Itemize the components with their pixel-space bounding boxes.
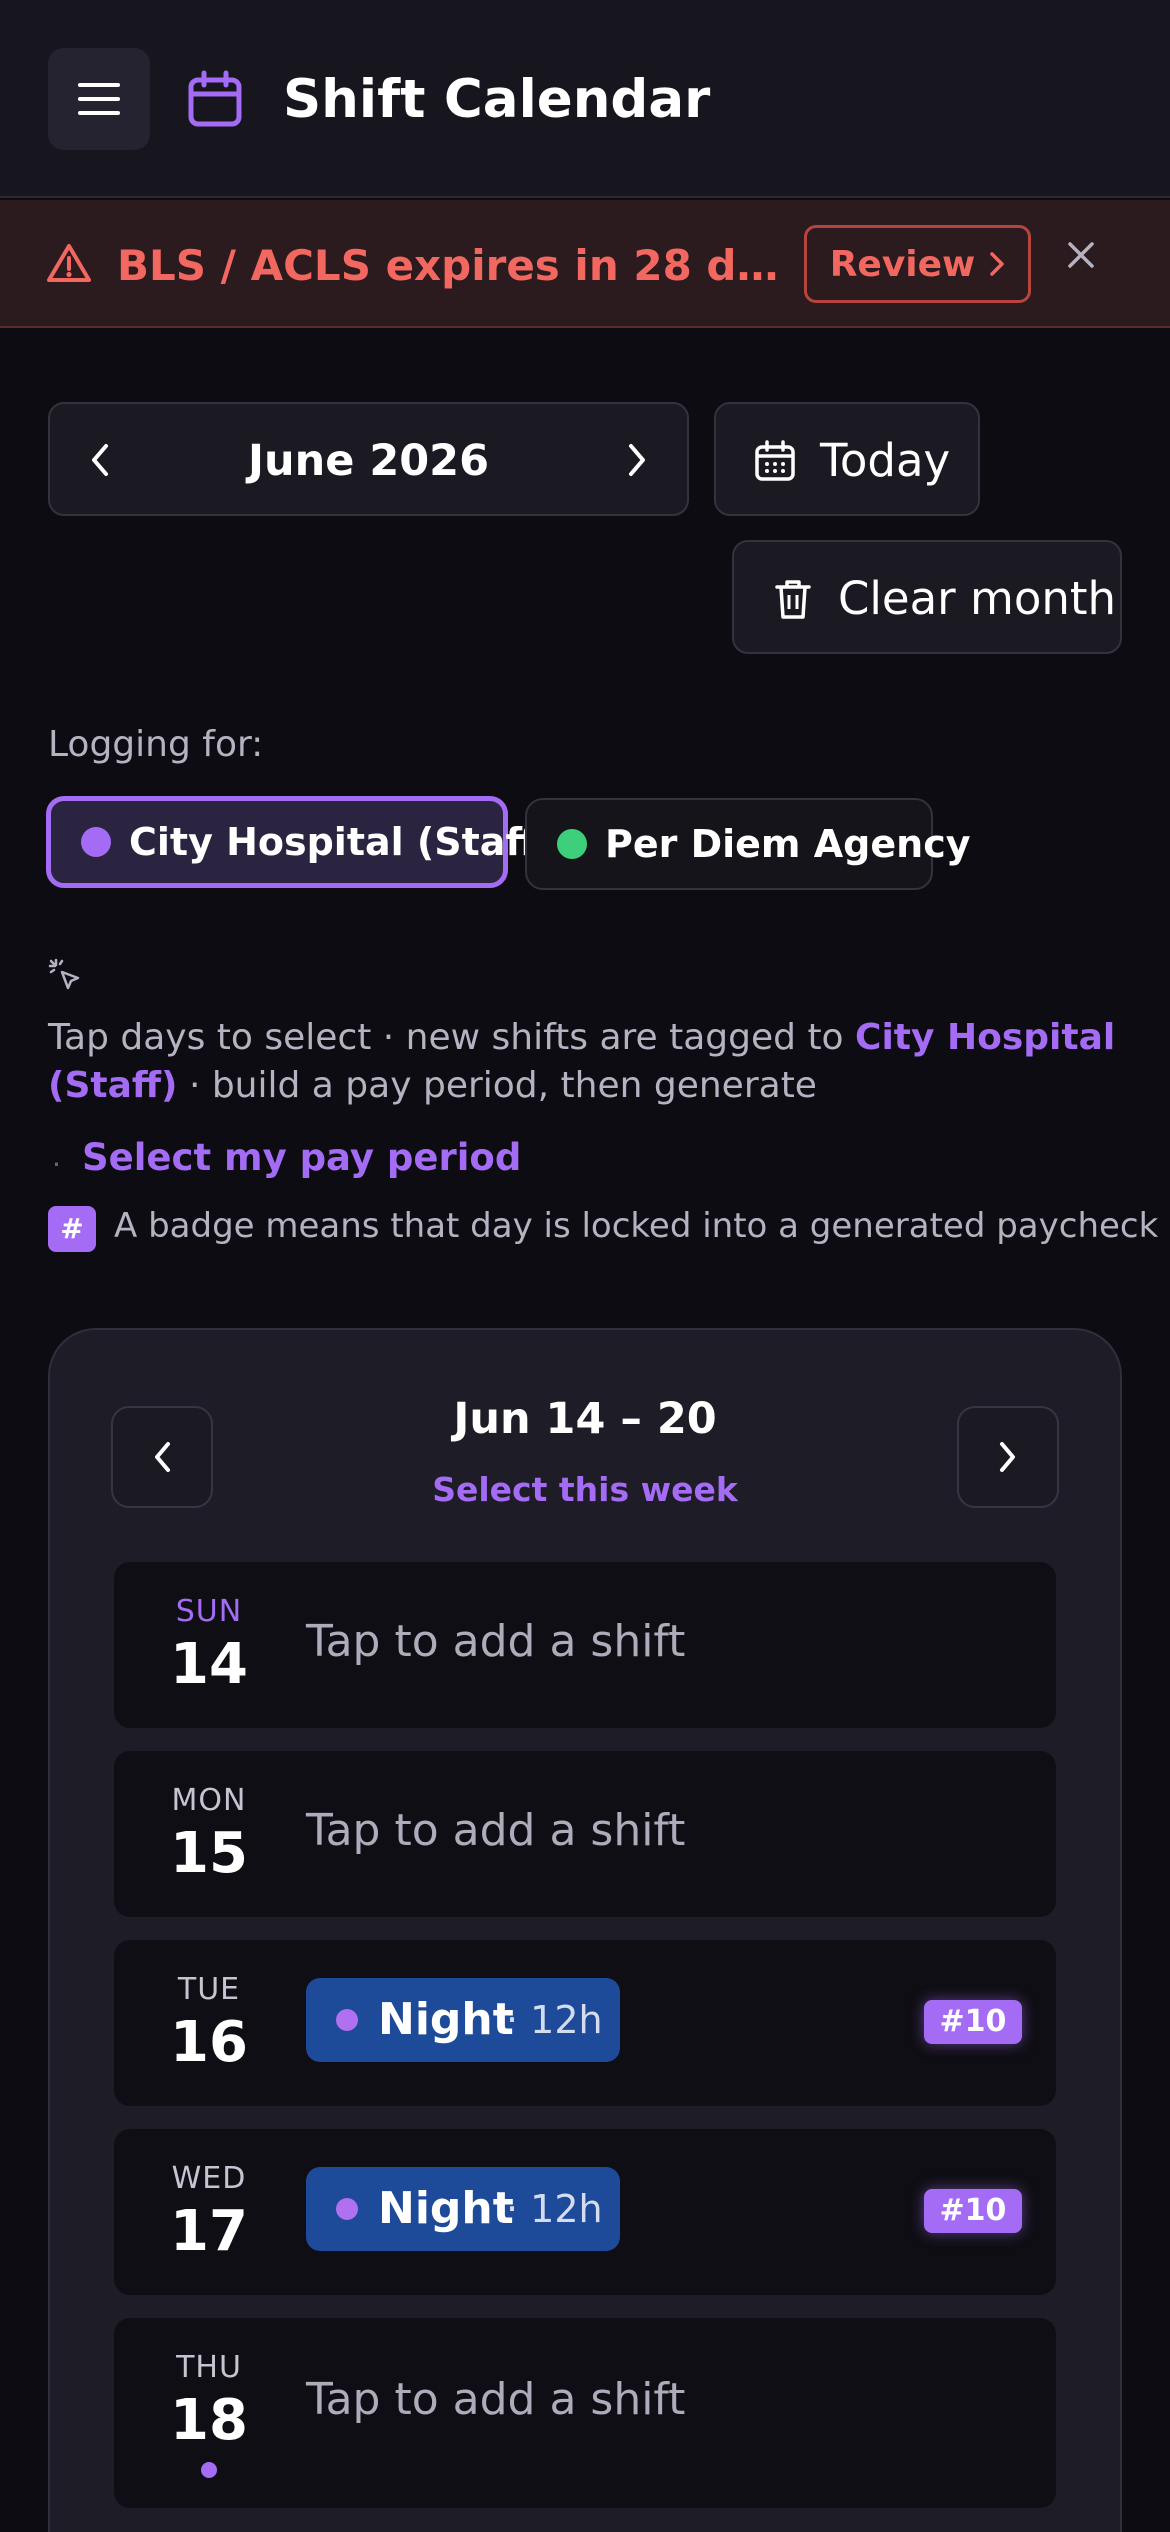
- select-week-link[interactable]: Select this week: [300, 1470, 870, 1509]
- shift-name: Night: [378, 2183, 514, 2234]
- paycheck-badge: #10: [924, 2000, 1022, 2044]
- add-shift-prompt: Tap to add a shift: [306, 1805, 686, 1856]
- calendar-icon: [755, 440, 795, 481]
- month-label: June 2026: [247, 436, 490, 486]
- day-of-week: MON: [171, 1783, 247, 1818]
- logging-for-label: Logging for:: [48, 724, 264, 765]
- day-number: 14: [170, 1632, 248, 1697]
- warning-icon: [47, 244, 91, 282]
- day-row-sun-14[interactable]: SUN 14 Tap to add a shift: [114, 1562, 1056, 1728]
- week-range-label: Jun 14 – 20: [453, 1394, 717, 1444]
- employer-color-dot: [336, 2009, 358, 2031]
- add-shift-prompt: Tap to add a shift: [306, 2374, 686, 2425]
- employer-color-dot: [557, 829, 587, 859]
- shift-duration: · 12h: [506, 2187, 603, 2231]
- bullet-separator: ·: [52, 1148, 61, 1181]
- selection-hint: Tap days to select · new shifts are tagg…: [48, 1014, 1128, 1110]
- day-row-tue-16[interactable]: TUE 16 Night · 12h #10: [114, 1940, 1056, 2106]
- cursor-sparkle-icon: [48, 958, 80, 990]
- day-row-thu-18[interactable]: THU 18 Tap to add a shift: [114, 2318, 1056, 2508]
- day-number: 15: [170, 1821, 248, 1886]
- today-marker-dot: [201, 2462, 217, 2478]
- day-of-week: TUE: [177, 1972, 241, 2007]
- chevron-left-icon: [155, 1442, 170, 1472]
- employer-chip-city-hospital[interactable]: City Hospital (Staff): [46, 796, 554, 888]
- day-row-wed-17[interactable]: WED 17 Night · 12h #10: [114, 2129, 1056, 2295]
- clear-month-button[interactable]: Clear month: [732, 540, 1122, 654]
- chevron-right-icon: [990, 252, 1005, 276]
- hamburger-icon: [78, 83, 120, 115]
- badge-legend-text: A badge means that day is locked into a …: [114, 1206, 1159, 1246]
- app-root: Shift Calendar BLS / ACLS expires in 28 …: [0, 0, 1170, 2532]
- shift-duration: · 12h: [506, 1998, 603, 2042]
- month-navigator: June 2026: [48, 402, 689, 516]
- day-row-mon-15[interactable]: MON 15 Tap to add a shift: [114, 1751, 1056, 1917]
- shift-pill-night[interactable]: Night · 12h: [306, 1978, 620, 2062]
- employer-name: Per Diem Agency: [605, 822, 971, 866]
- day-of-week: WED: [171, 2161, 247, 2196]
- hint-text-end: · build a pay period, then generate: [177, 1065, 817, 1106]
- today-button[interactable]: Today: [714, 402, 980, 516]
- chevron-right-icon: [1000, 1442, 1015, 1472]
- paycheck-badge: #10: [924, 2189, 1022, 2233]
- chevron-right-icon[interactable]: [623, 438, 653, 482]
- select-pay-period-link[interactable]: Select my pay period: [82, 1136, 521, 1179]
- today-label: Today: [820, 434, 951, 487]
- day-number: 16: [170, 2010, 248, 2075]
- day-number: 17: [170, 2199, 248, 2264]
- shift-pill-night[interactable]: Night · 12h: [306, 2167, 620, 2251]
- next-week-button[interactable]: [957, 1406, 1059, 1508]
- prev-week-button[interactable]: [111, 1406, 213, 1508]
- employer-color-dot: [336, 2198, 358, 2220]
- review-label: Review: [829, 243, 976, 285]
- day-of-week: SUN: [175, 1594, 243, 1629]
- alert-text: BLS / ACLS expires in 28 days (J…: [117, 241, 787, 290]
- employer-color-dot: [81, 827, 111, 857]
- menu-button[interactable]: [48, 48, 150, 150]
- page-title: Shift Calendar: [283, 69, 711, 130]
- add-shift-prompt: Tap to add a shift: [306, 1616, 686, 1667]
- employer-name: City Hospital (Staff): [129, 820, 554, 864]
- hint-text-start: Tap days to select · new shifts are tagg…: [48, 1017, 856, 1058]
- shift-name: Night: [378, 1994, 514, 2045]
- day-number: 18: [170, 2388, 248, 2453]
- calendar-icon: [188, 70, 242, 127]
- day-of-week: THU: [176, 2350, 242, 2385]
- review-button[interactable]: Review: [804, 225, 1031, 303]
- close-icon[interactable]: [1066, 240, 1096, 270]
- clear-month-label: Clear month: [838, 572, 1117, 625]
- paycheck-badge-sample: #: [48, 1206, 96, 1252]
- employer-chip-per-diem-agency[interactable]: Per Diem Agency: [525, 798, 971, 890]
- trash-icon: [775, 580, 811, 619]
